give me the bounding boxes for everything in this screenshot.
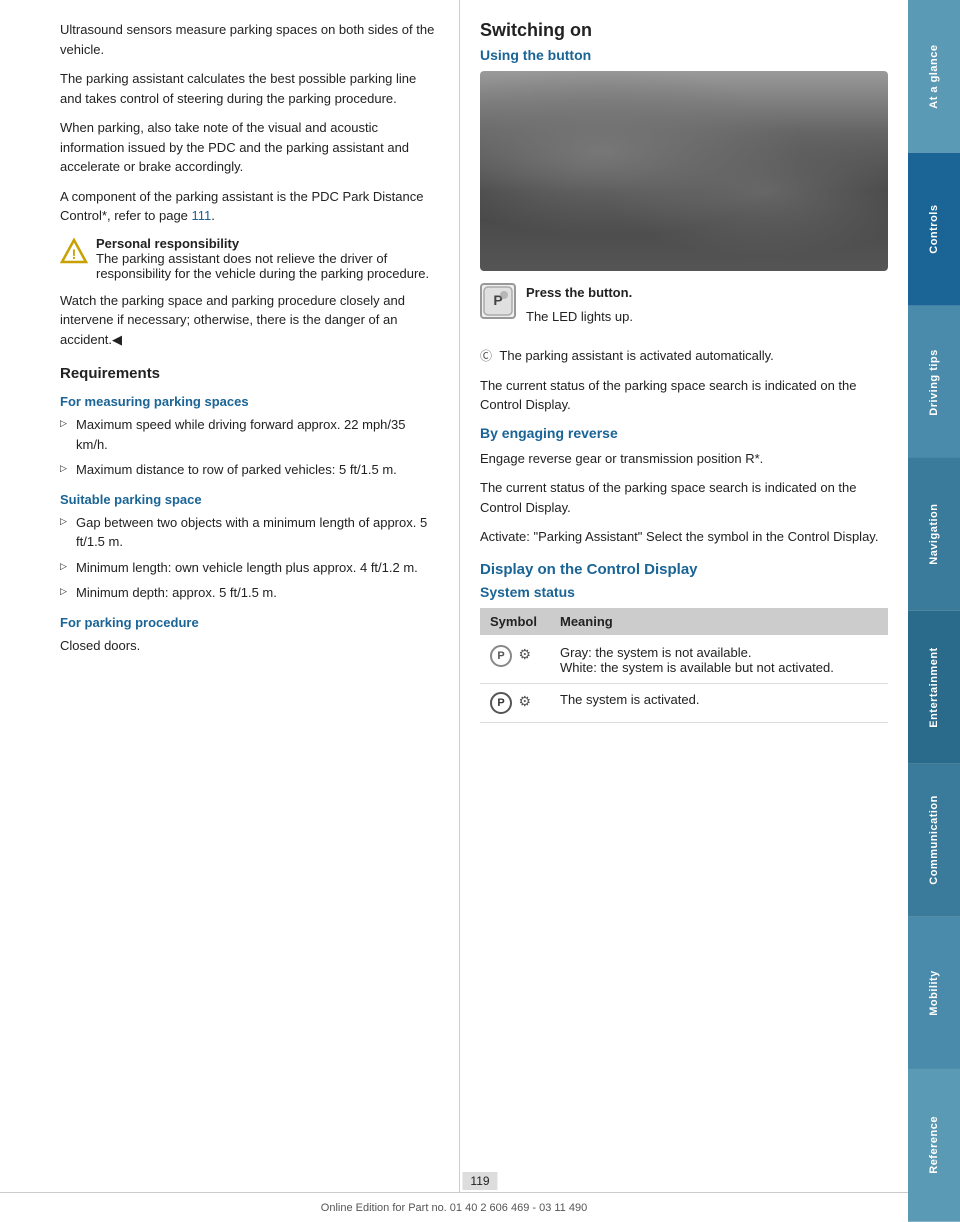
button-instructions-text: Press the button. The LED lights up. [526, 283, 633, 336]
left-column: Ultrasound sensors measure parking space… [0, 0, 460, 1222]
warning-text: The parking assistant does not relieve t… [96, 251, 429, 281]
car-image-inner [480, 71, 888, 271]
for-parking-text: Closed doors. [60, 636, 439, 656]
p-icon-1: P [490, 645, 512, 667]
table-row: P ⚙ The system is activated. [480, 683, 888, 722]
bullet-item: Maximum speed while driving forward appr… [60, 415, 439, 454]
sidebar-item-at-a-glance[interactable]: At a glance [908, 0, 960, 153]
sidebar-item-navigation[interactable]: Navigation [908, 458, 960, 611]
gear-icon-1: ⚙ [518, 646, 531, 662]
status-text2: The current status of the parking space … [480, 478, 888, 517]
sidebar-item-entertainment[interactable]: Entertainment [908, 611, 960, 764]
for-measuring-heading: For measuring parking spaces [60, 394, 439, 409]
col-symbol: Symbol [480, 608, 550, 635]
intro-p2: The parking assistant calculates the bes… [60, 69, 439, 108]
for-parking-heading: For parking procedure [60, 615, 439, 630]
warning-icon: ! [60, 238, 88, 266]
button-icon: P [480, 283, 516, 319]
page-number: 119 [462, 1172, 497, 1190]
warning-content: Personal responsibility The parking assi… [96, 236, 439, 281]
warning-title: Personal responsibility [96, 236, 239, 251]
suitable-heading: Suitable parking space [60, 492, 439, 507]
intro-p4: A component of the parking assistant is … [60, 187, 439, 226]
intro-p1: Ultrasound sensors measure parking space… [60, 20, 439, 59]
footer: Online Edition for Part no. 01 40 2 606 … [0, 1192, 908, 1222]
status-text1: The current status of the parking space … [480, 376, 888, 415]
sidebar-item-mobility[interactable]: Mobility [908, 917, 960, 1070]
svg-text:!: ! [72, 246, 77, 262]
auto-activate-text: Ⓒ The parking assistant is activated aut… [480, 346, 888, 366]
suitable-bullets: Gap between two objects with a minimum l… [60, 513, 439, 603]
press-button-text: Press the button. [526, 285, 632, 300]
col-meaning: Meaning [550, 608, 888, 635]
car-image [480, 71, 888, 271]
sidebar: At a glance Controls Driving tips Naviga… [908, 0, 960, 1222]
bullet-item: Minimum depth: approx. 5 ft/1.5 m. [60, 583, 439, 603]
table-row: P ⚙ Gray: the system is not available. W… [480, 635, 888, 684]
bullet-item: Minimum length: own vehicle length plus … [60, 558, 439, 578]
symbol-cell-2: P ⚙ [480, 683, 550, 722]
bullet-item: Gap between two objects with a minimum l… [60, 513, 439, 552]
parking-symbol: Ⓒ [480, 349, 492, 363]
gear-icon-2: ⚙ [518, 693, 531, 709]
by-engaging-heading: By engaging reverse [480, 425, 888, 441]
table-header: Symbol Meaning [480, 608, 888, 635]
footer-text: Online Edition for Part no. 01 40 2 606 … [321, 1202, 587, 1214]
button-instruction: P Press the button. The LED lights up. [480, 283, 888, 336]
p-icon-2: P [490, 692, 512, 714]
sidebar-item-reference[interactable]: Reference [908, 1069, 960, 1222]
table-body: P ⚙ Gray: the system is not available. W… [480, 635, 888, 723]
engage-text: Engage reverse gear or transmission posi… [480, 449, 888, 469]
display-heading: Display on the Control Display [480, 561, 888, 578]
measuring-bullets: Maximum speed while driving forward appr… [60, 415, 439, 480]
meaning-cell-2: The system is activated. [550, 683, 888, 722]
sidebar-item-controls[interactable]: Controls [908, 153, 960, 306]
bullet-item: Maximum distance to row of parked vehicl… [60, 460, 439, 480]
main-content: Ultrasound sensors measure parking space… [0, 0, 908, 1222]
intro-p3: When parking, also take note of the visu… [60, 118, 439, 177]
page-link[interactable]: 111 [192, 208, 212, 223]
activate-text: Activate: "Parking Assistant" Select the… [480, 527, 888, 547]
using-button-heading: Using the button [480, 47, 888, 63]
meaning-cell-1: Gray: the system is not available. White… [550, 635, 888, 684]
system-status-heading: System status [480, 584, 888, 600]
switching-on-heading: Switching on [480, 20, 888, 41]
warning-box: ! Personal responsibility The parking as… [60, 236, 439, 281]
sidebar-item-communication[interactable]: Communication [908, 764, 960, 917]
symbol-cell-1: P ⚙ [480, 635, 550, 684]
status-table: Symbol Meaning P ⚙ Gray: the system is n… [480, 608, 888, 723]
right-column: Switching on Using the button P Press th… [460, 0, 908, 1222]
led-lights-text: The LED lights up. [526, 309, 633, 324]
warning-p2: Watch the parking space and parking proc… [60, 291, 439, 350]
requirements-heading: Requirements [60, 365, 439, 382]
sidebar-item-driving-tips[interactable]: Driving tips [908, 306, 960, 459]
